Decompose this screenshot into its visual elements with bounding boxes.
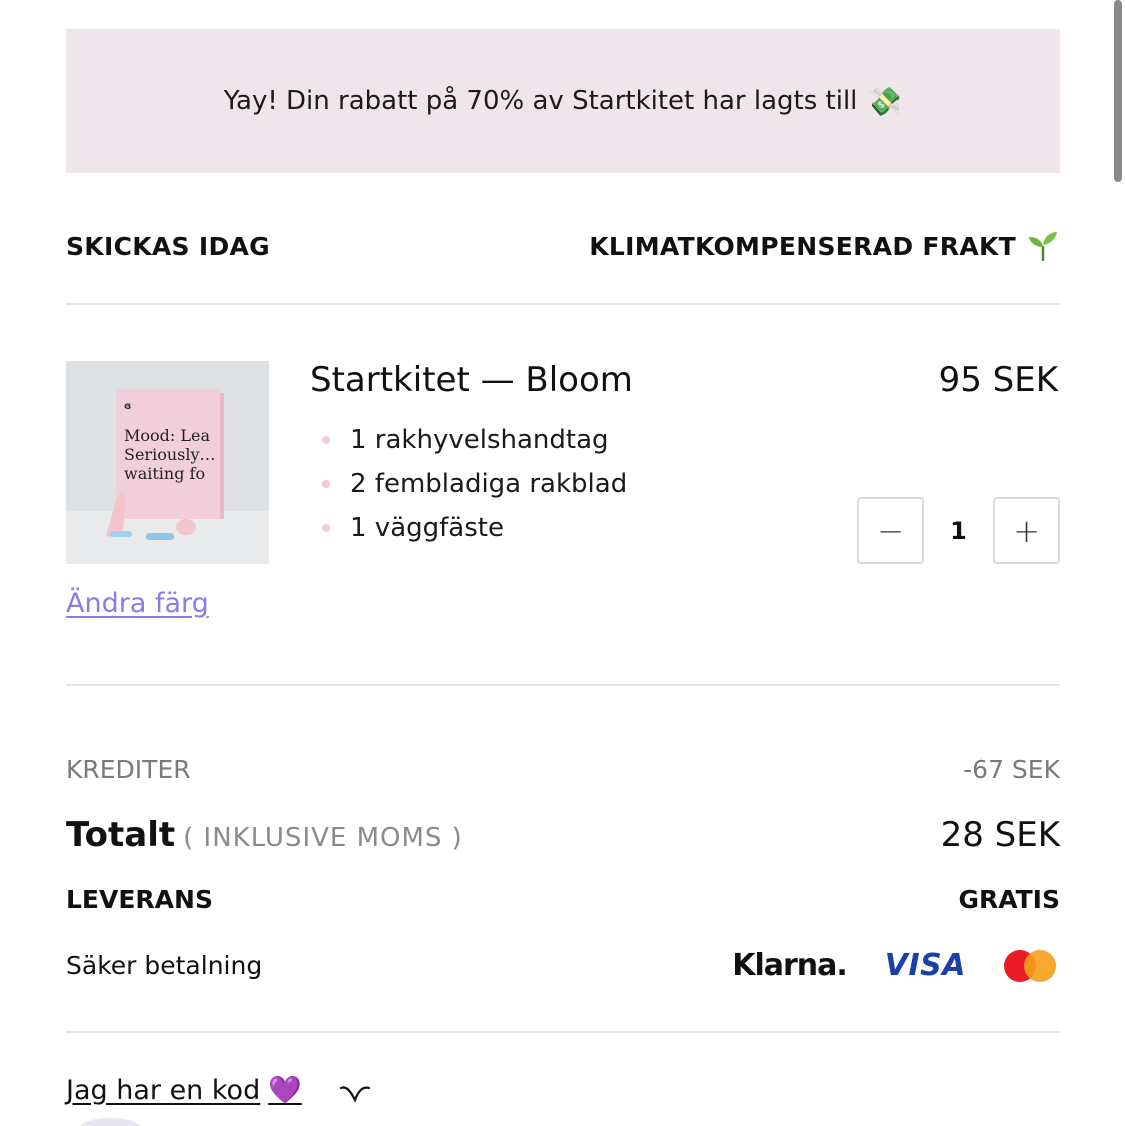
ships-today-label: SKICKAS IDAG xyxy=(66,231,270,261)
product-box-illustration: ɞ Mood: Lea Seriously… waiting fo xyxy=(66,361,269,564)
purple-heart-icon: 💜 xyxy=(268,1075,302,1106)
partial-element xyxy=(80,1118,140,1126)
box-line-3: waiting fo xyxy=(124,464,205,483)
product-price: 95 SEK xyxy=(938,360,1058,400)
bullet-dot-icon xyxy=(322,436,330,444)
increment-button[interactable]: + xyxy=(993,497,1060,564)
payment-logos: Klarna. VISA xyxy=(732,948,1060,983)
box-line-2: Seriously… xyxy=(124,445,216,464)
divider xyxy=(66,1031,1060,1033)
bullet-dot-icon xyxy=(322,524,330,532)
seedling-icon xyxy=(1029,232,1057,261)
product-image[interactable]: ɞ Mood: Lea Seriously… waiting fo xyxy=(66,361,269,564)
total-label: Totalt xyxy=(66,815,176,855)
total-row: Totalt( INKLUSIVE MOMS ) 28 SEK xyxy=(66,815,1060,855)
total-label-group: Totalt( INKLUSIVE MOMS ) xyxy=(66,815,463,855)
box-line-1: Mood: Lea xyxy=(124,426,210,445)
chevron-down-icon[interactable] xyxy=(338,1080,372,1106)
payment-label: Säker betalning xyxy=(66,951,263,980)
credits-label: KREDITER xyxy=(66,755,191,784)
divider xyxy=(66,303,1060,305)
banner-text: Yay! Din rabatt på 70% av Startkitet har… xyxy=(223,86,858,116)
delivery-label: LEVERANS xyxy=(66,885,213,914)
list-item: 1 rakhyvelshandtag xyxy=(322,418,627,462)
credits-row: KREDITER -67 SEK xyxy=(66,755,1060,784)
promo-code-link[interactable]: Jag har en kod 💜 xyxy=(66,1074,302,1107)
divider xyxy=(66,684,1060,686)
delivery-row: LEVERANS GRATIS xyxy=(66,885,1060,914)
scrollbar[interactable] xyxy=(1114,0,1122,182)
bullet-dot-icon xyxy=(322,480,330,488)
svg-text:ɞ: ɞ xyxy=(124,401,131,412)
klarna-logo: Klarna. xyxy=(732,948,848,983)
credits-value: -67 SEK xyxy=(963,755,1060,784)
discount-banner: Yay! Din rabatt på 70% av Startkitet har… xyxy=(66,29,1060,173)
payment-row: Säker betalning Klarna. VISA xyxy=(66,948,1060,983)
promo-code-label: Jag har en kod xyxy=(66,1074,261,1106)
mastercard-logo xyxy=(1004,949,1056,983)
list-item: 1 väggfäste xyxy=(322,506,627,550)
shipping-info: SKICKAS IDAG KLIMATKOMPENSERAD FRAKT xyxy=(66,226,1060,266)
change-color-link[interactable]: Ändra färg xyxy=(66,588,209,619)
climate-shipping-label: KLIMATKOMPENSERAD FRAKT xyxy=(589,231,1016,261)
product-title: Startkitet — Bloom xyxy=(310,360,633,400)
climate-shipping: KLIMATKOMPENSERAD FRAKT xyxy=(589,229,1060,263)
total-value: 28 SEK xyxy=(940,815,1060,855)
delivery-value: GRATIS xyxy=(958,885,1060,914)
product-features: 1 rakhyvelshandtag 2 fembladiga rakblad … xyxy=(322,418,627,550)
vat-note: ( INKLUSIVE MOMS ) xyxy=(183,823,463,853)
visa-logo: VISA xyxy=(884,948,966,983)
quantity-stepper: − 1 + xyxy=(857,497,1060,564)
decrement-button[interactable]: − xyxy=(857,497,924,564)
money-with-wings-icon: 💸 xyxy=(867,84,903,118)
quantity-value: 1 xyxy=(950,516,967,545)
list-item: 2 fembladiga rakblad xyxy=(322,462,627,506)
